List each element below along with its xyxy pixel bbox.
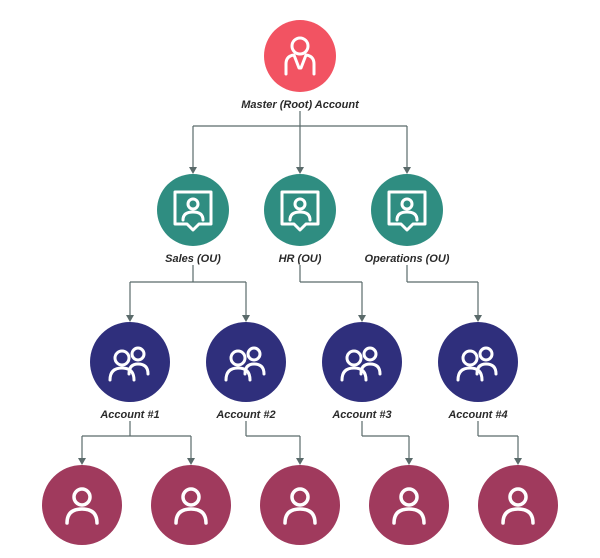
- account-node: [90, 322, 170, 402]
- user-node: [478, 465, 558, 545]
- user-node: [369, 465, 449, 545]
- user-node: [260, 465, 340, 545]
- root-node: [264, 20, 336, 92]
- ou-node: [264, 174, 336, 246]
- root-label: Master (Root) Account: [241, 99, 360, 111]
- user-node: [151, 465, 231, 545]
- ou-node: [371, 174, 443, 246]
- account-node: [322, 322, 402, 402]
- ou-label: Operations (OU): [365, 253, 450, 265]
- ou-label: Sales (OU): [165, 253, 221, 265]
- ou-label: HR (OU): [279, 253, 322, 265]
- account-label: Account #2: [215, 409, 275, 421]
- account-node: [438, 322, 518, 402]
- account-label: Account #4: [447, 409, 507, 421]
- user-node: [42, 465, 122, 545]
- account-label: Account #3: [331, 409, 391, 421]
- ou-node: [157, 174, 229, 246]
- account-label: Account #1: [99, 409, 159, 421]
- account-node: [206, 322, 286, 402]
